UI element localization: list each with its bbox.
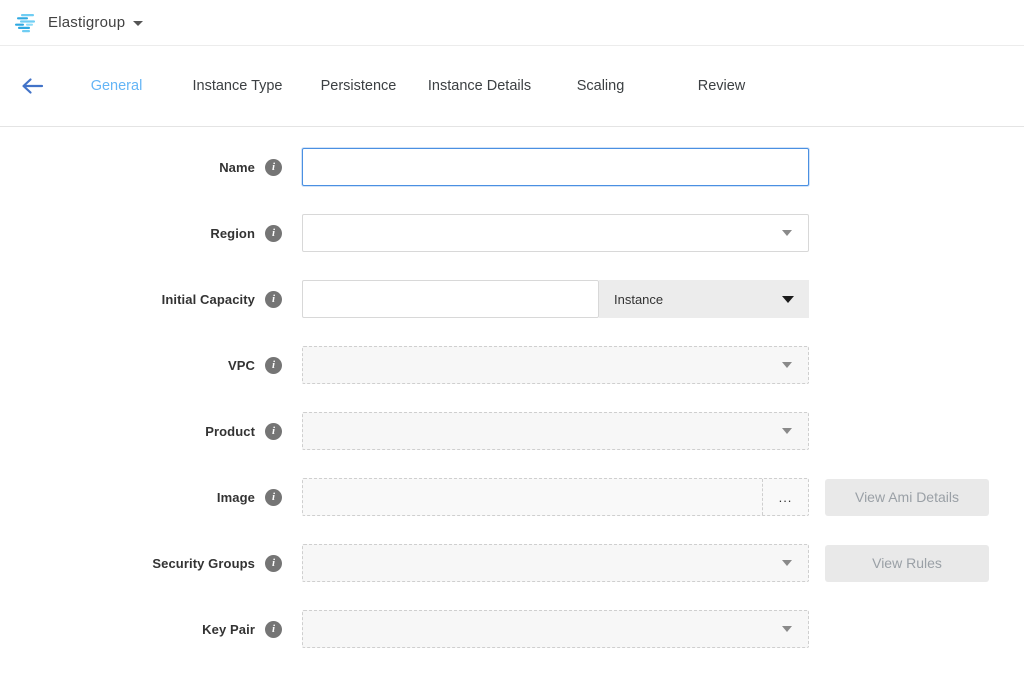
image-label: Image [217,490,255,505]
security-groups-label: Security Groups [152,556,255,571]
info-icon[interactable]: i [265,555,282,572]
key-pair-select[interactable] [302,610,809,648]
key-pair-label: Key Pair [202,622,255,637]
tab-review[interactable]: Review [661,68,782,104]
image-input[interactable]: ... [302,478,809,516]
info-icon[interactable]: i [265,423,282,440]
initial-capacity-label: Initial Capacity [162,292,255,307]
form-row-name: Name i [0,148,1024,186]
form-row-security-groups: Security Groups i View Rules [0,544,1024,582]
info-icon[interactable]: i [265,291,282,308]
form-row-key-pair: Key Pair i [0,610,1024,648]
caret-down-icon[interactable] [133,21,143,26]
capacity-unit-value: Instance [614,292,663,307]
region-select[interactable] [302,214,809,252]
initial-capacity-input[interactable] [302,280,599,318]
elastigroup-logo-icon [15,12,39,34]
wizard-tabs: General Instance Type Persistence Instan… [56,68,782,104]
tab-scaling[interactable]: Scaling [540,68,661,104]
view-rules-button[interactable]: View Rules [825,545,989,582]
tab-instance-details[interactable]: Instance Details [419,68,540,104]
form-row-image: Image i ... View Ami Details [0,478,1024,516]
region-label: Region [210,226,255,241]
chevron-down-icon [782,626,792,632]
product-label: Product [205,424,255,439]
tab-persistence[interactable]: Persistence [298,68,419,104]
form-row-region: Region i [0,214,1024,252]
image-value [303,479,762,515]
name-input[interactable] [302,148,809,186]
general-settings-form: Name i Region i Initial Capacity i Insta… [0,127,1024,648]
form-row-product: Product i [0,412,1024,450]
security-groups-select[interactable] [302,544,809,582]
capacity-unit-select[interactable]: Instance [599,280,809,318]
vpc-label: VPC [228,358,255,373]
vpc-select[interactable] [302,346,809,384]
name-label: Name [219,160,255,175]
back-arrow-icon [20,77,44,95]
chevron-down-icon [782,560,792,566]
tab-instance-type[interactable]: Instance Type [177,68,298,104]
top-bar: Elastigroup [0,0,1024,46]
form-row-initial-capacity: Initial Capacity i Instance [0,280,1024,318]
chevron-down-icon [782,296,794,303]
back-button[interactable] [12,66,52,106]
info-icon[interactable]: i [265,225,282,242]
info-icon[interactable]: i [265,159,282,176]
wizard-tab-bar: General Instance Type Persistence Instan… [0,46,1024,127]
product-select[interactable] [302,412,809,450]
view-ami-details-button[interactable]: View Ami Details [825,479,989,516]
info-icon[interactable]: i [265,621,282,638]
info-icon[interactable]: i [265,357,282,374]
chevron-down-icon [782,428,792,434]
form-row-vpc: VPC i [0,346,1024,384]
info-icon[interactable]: i [265,489,282,506]
chevron-down-icon [782,362,792,368]
app-switcher-label[interactable]: Elastigroup [48,14,125,31]
image-browse-button[interactable]: ... [762,479,808,515]
tab-general[interactable]: General [56,68,177,104]
chevron-down-icon [782,230,792,236]
